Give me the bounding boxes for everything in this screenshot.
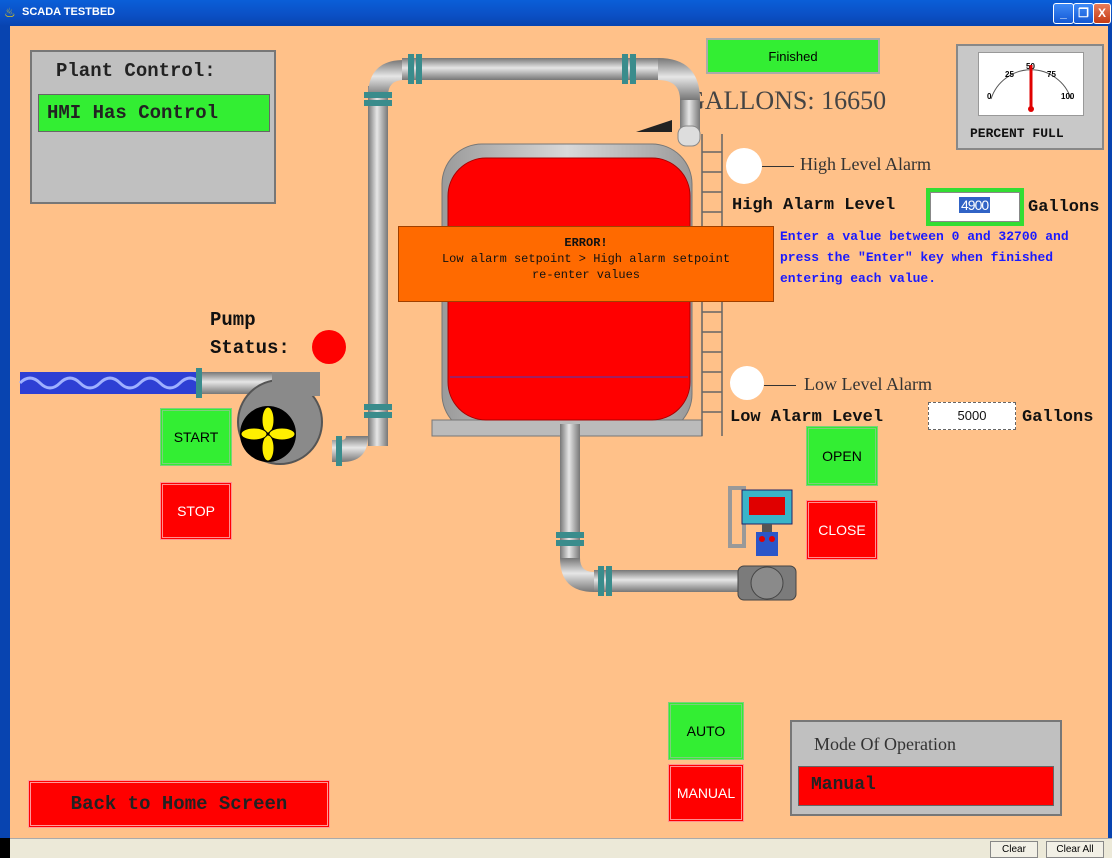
low-level-alarm-indicator <box>730 366 764 400</box>
pipe-top <box>402 58 660 80</box>
low-alarm-input[interactable]: 5000 <box>928 402 1016 430</box>
high-alarm-unit: Gallons <box>1028 198 1100 217</box>
back-to-home-button[interactable]: Back to Home Screen <box>28 780 330 828</box>
close-valve-button[interactable]: CLOSE <box>806 500 878 560</box>
app-icon: ♨ <box>4 5 16 20</box>
window-border-left <box>0 26 10 838</box>
start-button[interactable]: START <box>160 408 232 466</box>
restore-button[interactable]: ❐ <box>1073 3 1094 24</box>
high-alarm-input-frame: 4900 <box>926 188 1024 226</box>
pump-status-indicator <box>312 330 346 364</box>
high-level-alarm-label: High Level Alarm <box>800 154 931 174</box>
auto-mode-button[interactable]: AUTO <box>668 702 744 760</box>
high-level-alarm-indicator <box>726 148 762 184</box>
error-line-1: Low alarm setpoint > High alarm setpoint <box>441 252 731 266</box>
mode-value-box: Manual <box>798 766 1054 806</box>
low-level-alarm-label: Low Level Alarm <box>804 374 932 394</box>
title-bar: ♨ SCADA TESTBED _ ❐ X <box>0 0 1112 26</box>
error-line-2: re-enter values <box>531 268 641 282</box>
window-border-right <box>1108 26 1112 838</box>
error-dialog: ERROR! Low alarm setpoint > High alarm s… <box>398 226 774 302</box>
low-alarm-unit: Gallons <box>1022 408 1094 427</box>
clear-all-button[interactable]: Clear All <box>1046 841 1104 858</box>
mode-of-operation-title: Mode Of Operation <box>814 734 956 754</box>
clear-button[interactable]: Clear <box>990 841 1038 858</box>
error-title: ERROR! <box>564 236 608 250</box>
manual-mode-button[interactable]: MANUAL <box>668 764 744 822</box>
high-alarm-value: 4900 <box>959 197 991 213</box>
status-bar: Clear Clear All <box>10 838 1112 858</box>
minimize-button[interactable]: _ <box>1053 3 1074 24</box>
mode-of-operation-box: Mode Of Operation Manual <box>790 720 1062 816</box>
instruction-text: Enter a value between 0 and 32700 and pr… <box>780 229 1069 286</box>
back-to-home-label: Back to Home Screen <box>70 793 288 815</box>
window-title: SCADA TESTBED <box>22 6 116 18</box>
hmi-panel: Plant Control: HMI Has Control Finished … <box>10 26 1108 838</box>
low-alarm-field-label: Low Alarm Level <box>730 408 884 427</box>
close-button[interactable]: X <box>1093 3 1111 24</box>
pump-status-label: Pump Status: <box>210 309 290 359</box>
stop-button[interactable]: STOP <box>160 482 232 540</box>
pipe-riser <box>368 86 388 446</box>
high-alarm-input[interactable]: 4900 <box>930 192 1020 222</box>
mode-value-text: Manual <box>811 775 876 795</box>
high-alarm-field-label: High Alarm Level <box>732 196 896 215</box>
open-valve-button[interactable]: OPEN <box>806 426 878 486</box>
